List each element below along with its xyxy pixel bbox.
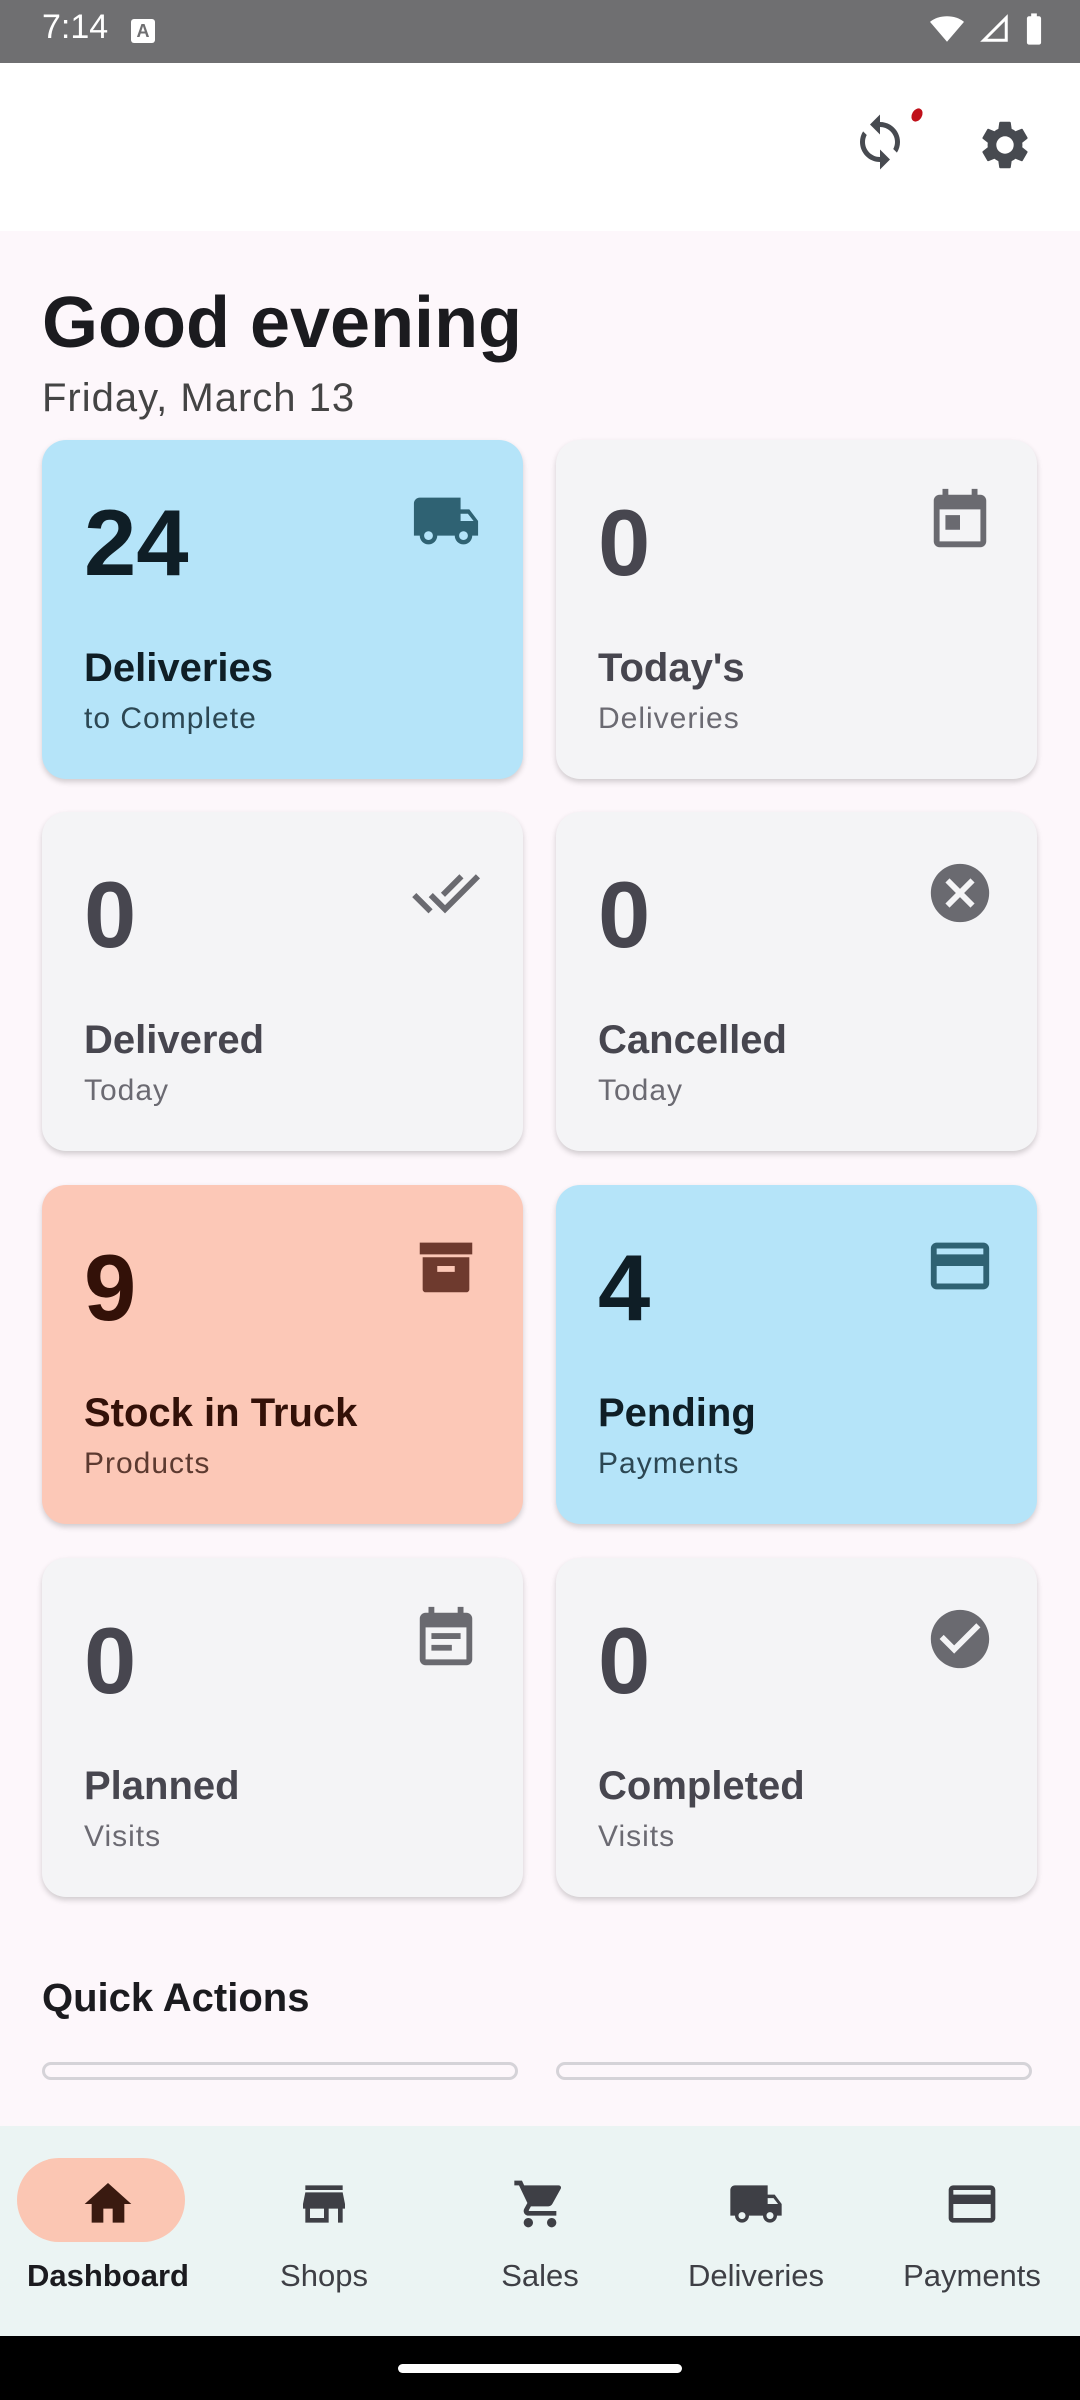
card-title: Planned — [84, 1764, 240, 1808]
nav-item-deliveries[interactable]: Deliveries — [648, 2126, 864, 2336]
card-title: Today's — [598, 646, 745, 690]
event-note-icon — [419, 1606, 473, 1666]
check-circle-icon — [930, 1609, 990, 1669]
card-todays-deliveries[interactable]: 0 Today's Deliveries — [556, 440, 1037, 779]
credit-card-icon — [930, 1242, 990, 1290]
nav-item-payments[interactable]: Payments — [864, 2126, 1080, 2336]
nav-item-dashboard[interactable]: Dashboard — [0, 2126, 216, 2336]
card-title: Deliveries — [84, 646, 274, 690]
card-value: 4 — [598, 1235, 651, 1340]
credit-card-icon — [948, 2185, 996, 2223]
status-notification-icon: A — [131, 19, 155, 43]
sync-icon[interactable] — [850, 112, 910, 172]
card-value: 0 — [598, 490, 651, 595]
card-cancelled-today[interactable]: 0 Cancelled Today — [556, 812, 1037, 1151]
nav-label: Deliveries — [687, 2258, 825, 2293]
nav-label: Sales — [501, 2258, 579, 2293]
card-pending-payments[interactable]: 4 Pending Payments — [556, 1185, 1037, 1524]
gesture-bar — [0, 2336, 1080, 2400]
nav-label: Payments — [903, 2258, 1041, 2293]
gear-icon[interactable] — [976, 116, 1034, 174]
quick-action-button[interactable] — [556, 2062, 1032, 2080]
card-value: 24 — [84, 490, 189, 595]
cart-icon — [514, 2180, 562, 2228]
home-gesture-handle[interactable] — [398, 2364, 682, 2373]
store-icon — [303, 2185, 345, 2223]
archive-icon — [419, 1242, 473, 1293]
home-icon — [84, 2183, 132, 2223]
card-subtitle: to Complete — [84, 702, 257, 735]
truck-icon — [413, 497, 479, 545]
card-planned-visits[interactable]: 0 Planned Visits — [42, 1558, 523, 1897]
card-title: Delivered — [84, 1018, 265, 1062]
card-value: 9 — [84, 1235, 137, 1340]
card-subtitle: Today — [598, 1074, 684, 1107]
nav-item-shops[interactable]: Shops — [216, 2126, 432, 2336]
card-subtitle: Visits — [598, 1820, 676, 1853]
app-bar — [0, 63, 1080, 231]
card-subtitle: Products — [84, 1447, 211, 1480]
greeting-date: Friday, March 13 — [42, 376, 356, 420]
calendar-icon — [933, 488, 987, 548]
cancel-icon — [930, 863, 990, 923]
card-title: Cancelled — [598, 1018, 787, 1062]
card-title: Completed — [598, 1764, 805, 1808]
greeting-title: Good evening — [42, 283, 523, 363]
battery-icon — [1026, 13, 1042, 45]
nav-label: Dashboard — [27, 2258, 189, 2293]
status-bar: 7:14 A — [0, 0, 1080, 63]
wifi-icon — [930, 16, 964, 42]
card-deliveries-to-complete[interactable]: 24 Deliveries to Complete — [42, 440, 523, 779]
bottom-navigation: Dashboard Shops Sales Deliveries Payment… — [0, 2126, 1080, 2336]
card-subtitle: Payments — [598, 1447, 740, 1480]
signal-icon — [980, 14, 1008, 42]
truck-icon — [730, 2185, 782, 2223]
card-value: 0 — [598, 1608, 651, 1713]
nav-label: Shops — [280, 2258, 368, 2293]
status-time: 7:14 — [42, 8, 109, 46]
card-completed-visits[interactable]: 0 Completed Visits — [556, 1558, 1037, 1897]
card-delivered-today[interactable]: 0 Delivered Today — [42, 812, 523, 1151]
card-value: 0 — [84, 862, 137, 967]
nav-item-sales[interactable]: Sales — [432, 2126, 648, 2336]
card-title: Pending — [598, 1391, 756, 1435]
card-subtitle: Visits — [84, 1820, 162, 1853]
card-subtitle: Today — [84, 1074, 170, 1107]
double-check-icon — [412, 874, 481, 914]
card-subtitle: Deliveries — [598, 702, 740, 735]
card-stock-in-truck[interactable]: 9 Stock in Truck Products — [42, 1185, 523, 1524]
card-title: Stock in Truck — [84, 1391, 358, 1435]
quick-actions-title: Quick Actions — [42, 1976, 310, 2020]
status-icons — [928, 12, 1044, 46]
card-value: 0 — [598, 862, 651, 967]
quick-action-button[interactable] — [42, 2062, 518, 2080]
card-value: 0 — [84, 1608, 137, 1713]
